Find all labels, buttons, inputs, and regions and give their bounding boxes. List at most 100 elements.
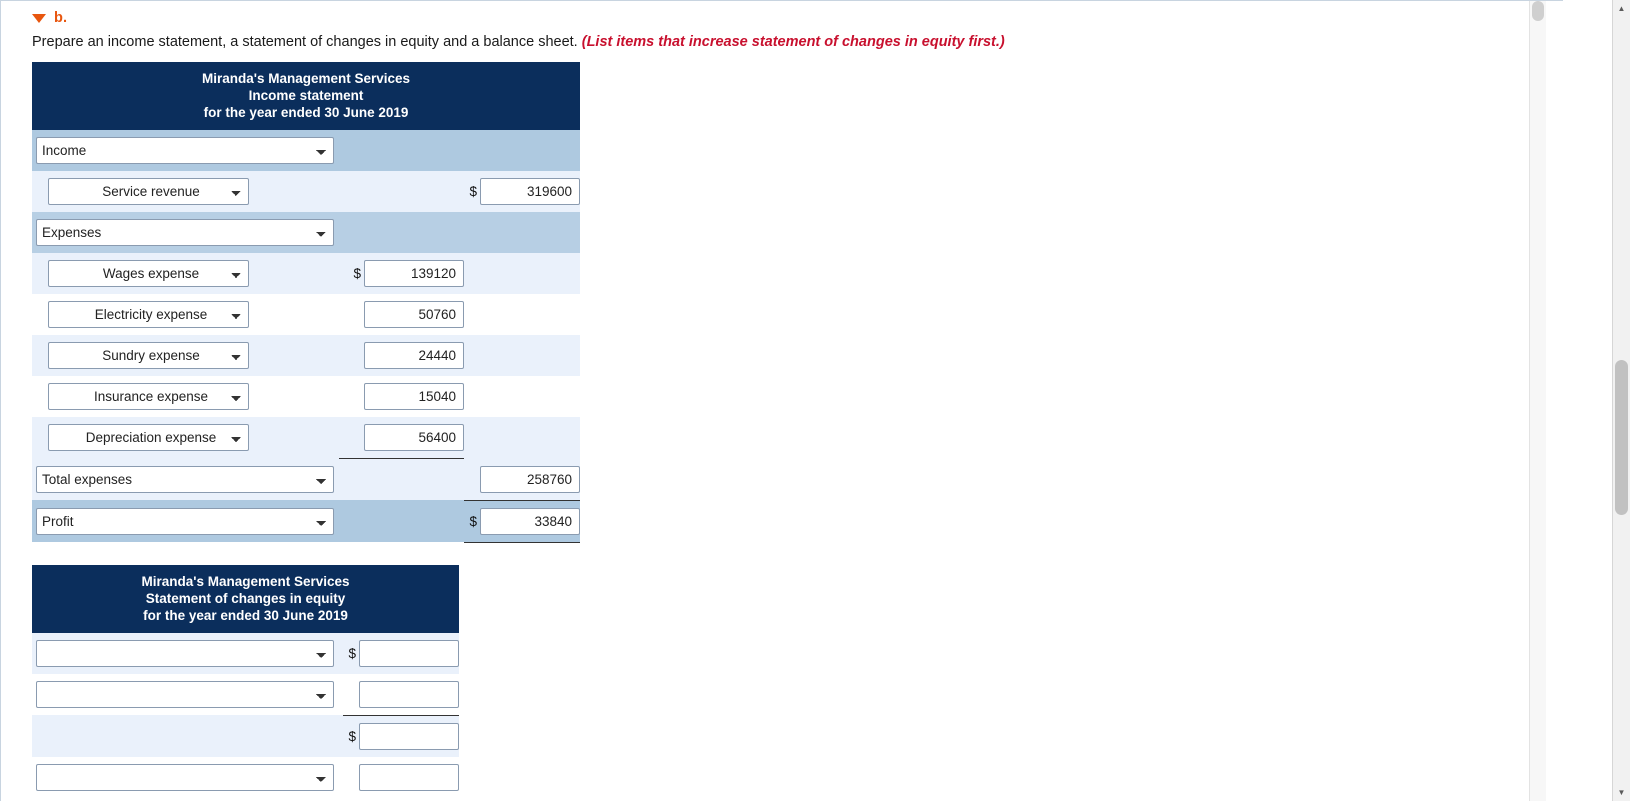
total-expenses-select-cell: Total expenses bbox=[32, 458, 339, 500]
inner-vertical-scrollbar[interactable] bbox=[1529, 1, 1546, 801]
empty-cell bbox=[339, 171, 464, 212]
select-equity-row-1[interactable] bbox=[36, 639, 334, 667]
input-sundry-expense[interactable] bbox=[364, 342, 464, 369]
table-row: Service revenue $ bbox=[32, 171, 581, 212]
scroll-down-arrow-icon[interactable]: ▼ bbox=[1613, 784, 1630, 801]
scroll-up-arrow-icon[interactable]: ▲ bbox=[1613, 0, 1630, 17]
banner-line-3: for the year ended 30 June 2019 bbox=[143, 607, 348, 623]
inner-scrollbar-thumb[interactable] bbox=[1532, 1, 1544, 21]
income-statement-table: Miranda's Management Services Income sta… bbox=[32, 62, 581, 543]
profit-select-cell: Profit bbox=[32, 500, 339, 542]
input-depreciation-expense[interactable] bbox=[364, 424, 464, 451]
electricity-expense-select-cell: Electricity expense bbox=[32, 294, 339, 335]
table-row: Profit $ bbox=[32, 500, 581, 543]
sundry-expense-select-cell: Sundry expense bbox=[32, 335, 339, 376]
question-panel: b. Prepare an income statement, a statem… bbox=[0, 0, 1563, 801]
select-sundry-expense[interactable]: Sundry expense bbox=[48, 342, 249, 369]
empty-cell bbox=[464, 335, 581, 376]
equity-statement-banner: Miranda's Management Services Statement … bbox=[32, 564, 460, 633]
instruction-hint: (List items that increase statement of c… bbox=[581, 34, 1005, 50]
instruction-text: Prepare an income statement, a statement… bbox=[1, 26, 1563, 50]
select-equity-row-4[interactable] bbox=[36, 763, 334, 791]
service-revenue-select-cell: Service revenue bbox=[32, 171, 339, 212]
part-header: b. bbox=[1, 1, 1563, 26]
table-row bbox=[32, 673, 460, 716]
equity-statement-banner-row: Miranda's Management Services Statement … bbox=[32, 564, 460, 633]
empty-cell bbox=[464, 130, 581, 171]
window-scrollbar-thumb[interactable] bbox=[1615, 360, 1628, 515]
banner-line-2: Income statement bbox=[248, 88, 364, 103]
input-service-revenue[interactable] bbox=[480, 178, 581, 205]
select-equity-row-2[interactable] bbox=[36, 680, 334, 708]
empty-cell bbox=[339, 212, 464, 253]
input-equity-row-1[interactable] bbox=[359, 639, 460, 667]
banner-line-1: Miranda's Management Services bbox=[201, 71, 411, 86]
wages-expense-select-cell: Wages expense bbox=[32, 253, 339, 294]
banner-line-1: Miranda's Management Services bbox=[141, 573, 350, 589]
instruction-main: Prepare an income statement, a statement… bbox=[32, 34, 582, 50]
table-row: Depreciation expense bbox=[32, 417, 581, 459]
input-total-expenses[interactable] bbox=[480, 465, 581, 493]
select-electricity-expense[interactable]: Electricity expense bbox=[48, 301, 249, 328]
part-label: b. bbox=[54, 10, 68, 26]
table-row: Expenses bbox=[32, 212, 581, 253]
banner-line-2: Statement of changes in equity bbox=[145, 590, 346, 606]
insurance-expense-select-cell: Insurance expense bbox=[32, 376, 339, 417]
total-expenses-amount-cell bbox=[464, 458, 581, 501]
select-service-revenue[interactable]: Service revenue bbox=[48, 178, 249, 205]
equity-row-2-select-cell bbox=[32, 673, 343, 715]
banner-line-3: for the year ended 30 June 2019 bbox=[203, 105, 409, 120]
select-expenses-section[interactable]: Expenses bbox=[36, 219, 334, 246]
input-wages-expense[interactable] bbox=[364, 260, 464, 287]
equity-row-1-select-cell bbox=[32, 632, 343, 674]
equity-statement-table: Miranda's Management Services Statement … bbox=[32, 564, 460, 798]
service-revenue-amount-cell: $ bbox=[464, 171, 581, 212]
empty-cell bbox=[464, 376, 581, 417]
empty-cell bbox=[464, 212, 581, 253]
equity-row-4-amount-cell bbox=[343, 756, 460, 798]
empty-cell bbox=[464, 253, 581, 294]
input-electricity-expense[interactable] bbox=[364, 301, 464, 328]
table-row: Total expenses bbox=[32, 458, 581, 501]
table-row: Insurance expense bbox=[32, 376, 581, 417]
input-equity-row-3[interactable] bbox=[359, 722, 460, 750]
select-income-section[interactable]: Income bbox=[36, 137, 334, 164]
income-statement-banner-row: Miranda's Management Services Income sta… bbox=[32, 62, 581, 130]
insurance-expense-amount-cell bbox=[339, 376, 464, 417]
depreciation-expense-amount-cell bbox=[339, 417, 464, 459]
income-header-select-cell: Income bbox=[32, 130, 339, 171]
input-profit[interactable] bbox=[480, 507, 581, 535]
table-row: Sundry expense bbox=[32, 335, 581, 376]
select-total-expenses[interactable]: Total expenses bbox=[36, 465, 334, 493]
select-insurance-expense[interactable]: Insurance expense bbox=[48, 383, 249, 410]
equity-row-3-amount-cell: $ bbox=[343, 715, 460, 757]
dollar-sign: $ bbox=[469, 513, 478, 529]
empty-cell bbox=[339, 500, 464, 542]
expenses-header-select-cell: Expenses bbox=[32, 212, 339, 253]
table-row: Wages expense $ bbox=[32, 253, 581, 294]
empty-cell bbox=[464, 417, 581, 459]
empty-cell bbox=[464, 294, 581, 335]
select-wages-expense[interactable]: Wages expense bbox=[48, 260, 249, 287]
input-insurance-expense[interactable] bbox=[364, 383, 464, 410]
equity-row-3-select-cell bbox=[32, 715, 343, 757]
equity-row-1-amount-cell: $ bbox=[343, 632, 460, 674]
table-row: $ bbox=[32, 715, 460, 757]
depreciation-expense-select-cell: Depreciation expense bbox=[32, 417, 339, 459]
select-profit[interactable]: Profit bbox=[36, 507, 334, 535]
dollar-sign: $ bbox=[348, 728, 357, 744]
table-row: $ bbox=[32, 632, 460, 674]
select-depreciation-expense[interactable]: Depreciation expense bbox=[48, 424, 249, 452]
table-row bbox=[32, 756, 460, 798]
empty-cell bbox=[339, 130, 464, 171]
profit-amount-cell: $ bbox=[464, 500, 581, 543]
collapse-caret-icon[interactable] bbox=[32, 13, 46, 23]
dollar-sign: $ bbox=[469, 184, 478, 199]
table-row: Electricity expense bbox=[32, 294, 581, 335]
input-equity-row-4[interactable] bbox=[359, 763, 460, 791]
empty-cell bbox=[339, 458, 464, 500]
input-equity-row-2[interactable] bbox=[359, 680, 460, 708]
equity-row-2-amount-cell bbox=[343, 673, 460, 716]
window-vertical-scrollbar[interactable]: ▲ ▼ bbox=[1612, 0, 1630, 801]
dollar-sign: $ bbox=[353, 266, 361, 281]
